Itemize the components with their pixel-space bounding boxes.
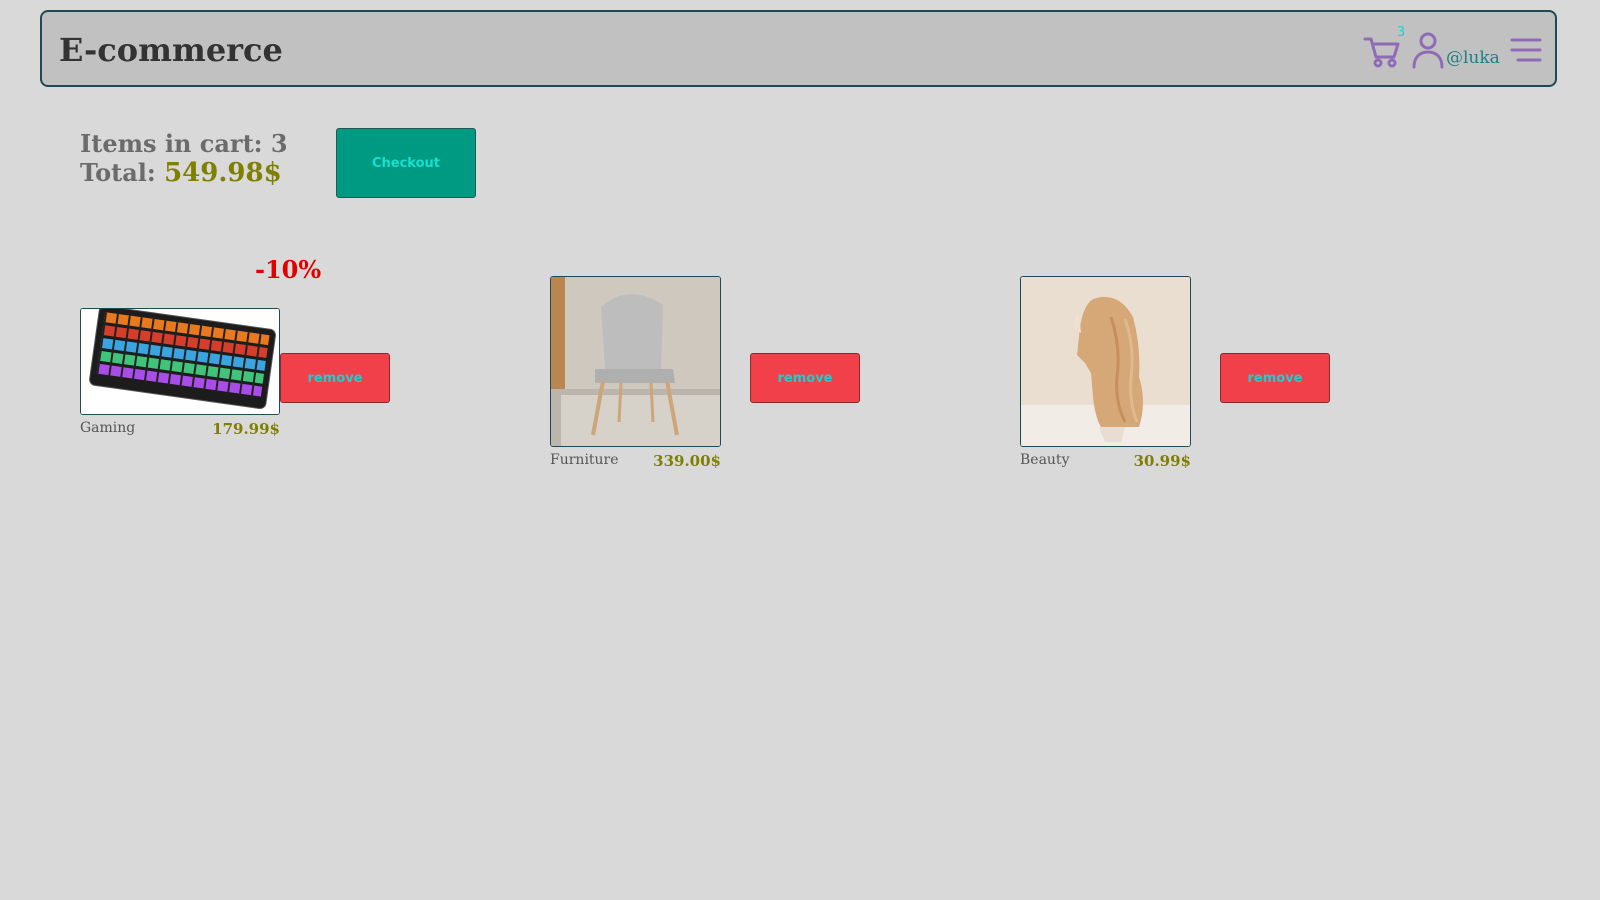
hamburger-menu-icon[interactable]: [1508, 32, 1544, 68]
product-category: Furniture: [550, 452, 619, 468]
items-count-text: Items in cart: 3: [80, 129, 288, 158]
product-category: Beauty: [1020, 452, 1070, 468]
product-price: 179.99$: [212, 420, 280, 438]
cart-count-badge: 3: [1397, 25, 1406, 40]
keyboard-image: [81, 309, 279, 414]
username-link[interactable]: @luka: [1446, 48, 1500, 68]
brand-title[interactable]: E-commerce: [59, 31, 283, 69]
wig-image: [1021, 277, 1190, 446]
remove-button[interactable]: remove: [1220, 353, 1330, 403]
cart-summary: Items in cart: 3 Total: 549.98$: [80, 129, 288, 189]
user-icon[interactable]: [1410, 30, 1446, 70]
product-price: 339.00$: [653, 452, 721, 470]
top-navbar: E-commerce 3 @luka: [40, 10, 1557, 87]
product-category: Gaming: [80, 420, 136, 436]
chair-image: [551, 277, 720, 446]
product-image-wig[interactable]: [1020, 276, 1191, 447]
total-label: Total:: [80, 158, 156, 187]
discount-badge: -10%: [255, 255, 322, 284]
checkout-button[interactable]: Checkout: [336, 128, 476, 198]
product-image-keyboard[interactable]: [80, 308, 280, 415]
total-line: Total: 549.98$: [80, 158, 288, 188]
cart-icon[interactable]: [1362, 30, 1402, 70]
product-price: 30.99$: [1133, 452, 1191, 470]
remove-button[interactable]: remove: [280, 353, 390, 403]
total-value: 549.98$: [164, 158, 282, 188]
product-image-chair[interactable]: [550, 276, 721, 447]
remove-button[interactable]: remove: [750, 353, 860, 403]
